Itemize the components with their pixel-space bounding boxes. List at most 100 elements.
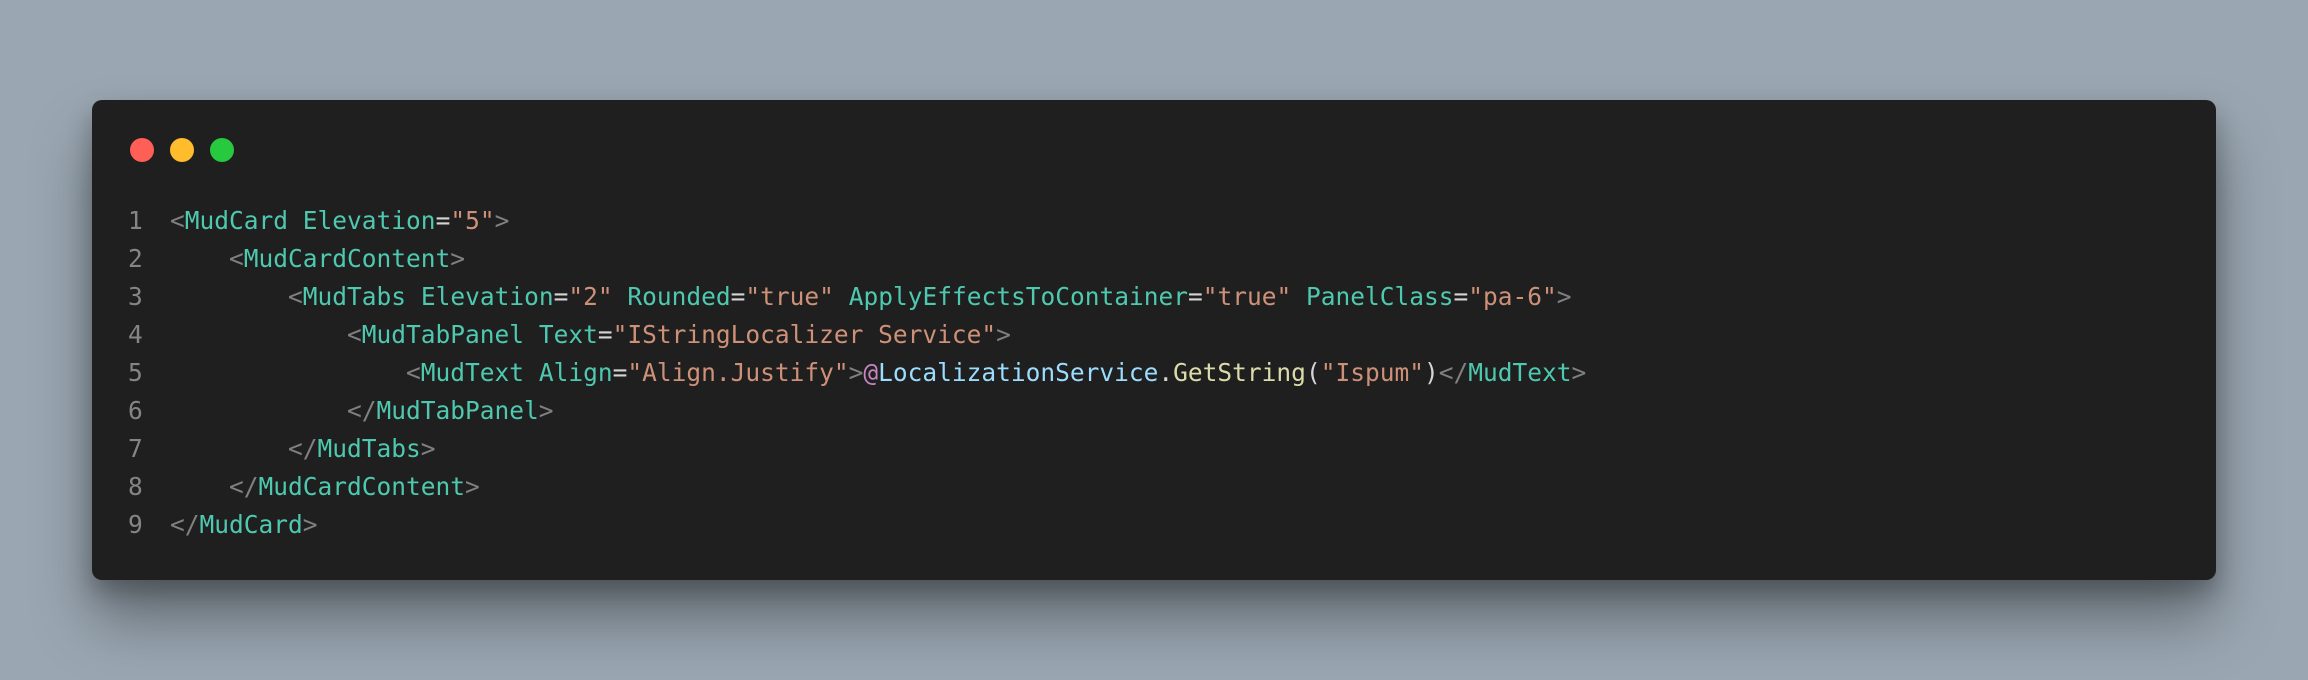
code-token-eq: = [1187,282,1203,311]
code-token-attr: Text [538,320,598,349]
code-token-str: "IStringLocalizer Service" [612,320,997,349]
window-controls [130,138,250,162]
code-line: 5 <MudText Align="Align.Justify">@Locali… [92,354,2216,392]
code-token-punct: > [465,472,480,501]
line-number: 6 [128,396,143,425]
code-line-content: </MudTabPanel> [170,392,554,430]
code-token-punct: </ [170,510,200,539]
code-token-punct: < [170,206,185,235]
code-token-punct: < [288,282,303,311]
line-number: 8 [128,472,143,501]
code-token-plain: . [1158,358,1174,387]
code-token-punct: </ [1438,358,1469,387]
code-line-content: <MudCard Elevation="5"> [170,202,509,240]
code-token-punct: </ [347,396,377,425]
maximize-button[interactable] [210,138,234,162]
code-token-tag: MudTabs [302,282,407,311]
code-token-punct: > [420,434,436,463]
code-token-str: "5" [450,206,495,235]
line-number: 4 [128,320,143,349]
code-token-punct: > [996,320,1011,349]
code-token-eq: = [597,320,613,349]
code-token-plain: ) [1423,358,1439,387]
code-token-tag: MudText [1468,358,1572,387]
code-token-eq: = [1453,282,1469,311]
code-token-var: LocalizationService [878,358,1159,387]
code-token-tag: MudCardContent [243,244,451,273]
code-line-content: </MudTabs> [170,430,436,468]
code-token-str: "pa-6" [1468,282,1557,311]
code-token-tag: MudCard [199,510,303,539]
line-number: 5 [128,358,143,387]
code-token-attr: Rounded [627,282,731,311]
code-token-str: "Align.Justify" [627,358,849,387]
line-number: 3 [128,282,143,311]
code-token-punct: > [302,510,318,539]
code-token-punct: > [494,206,510,235]
code-token-fn: GetString [1173,358,1306,387]
code-token-punct: < [347,320,362,349]
code-token-str: "Ispum" [1320,358,1424,387]
code-token-punct: > [538,396,554,425]
code-token-tag: MudText [420,358,525,387]
line-number: 9 [128,510,143,539]
code-token-tag: MudCard [184,206,289,235]
code-token-attr: ApplyEffectsToContainer [848,282,1188,311]
code-token-str: "true" [745,282,834,311]
code-line: 9 </MudCard> [92,506,2216,544]
code-token-punct: > [1556,282,1572,311]
code-token-attr: Elevation [302,206,436,235]
close-button[interactable] [130,138,154,162]
code-window: 1 <MudCard Elevation="5"> 2 <MudCardConten… [92,100,2216,580]
code-token-punct: < [229,244,244,273]
code-token-eq: = [612,358,628,387]
code-token-punct: > [1571,358,1587,387]
line-number: 2 [128,244,143,273]
code-token-eq: = [553,282,569,311]
code-line-content: <MudText Align="Align.Justify">@Localiza… [170,354,1586,392]
code-line-content: <MudTabs Elevation="2" Rounded="true" Ap… [170,278,1572,316]
code-line-content: <MudTabPanel Text="IStringLocalizer Serv… [170,316,1011,354]
minimize-button[interactable] [170,138,194,162]
code-line: 8 </MudCardContent> [92,468,2216,506]
code-token-attr: Elevation [420,282,554,311]
code-token-punct: > [848,358,864,387]
code-token-punct: > [450,244,466,273]
code-token-eq: = [435,206,451,235]
code-line: 6 </MudTabPanel> [92,392,2216,430]
code-line: 7 </MudTabs> [92,430,2216,468]
code-line: 1 <MudCard Elevation="5"> [92,202,2216,240]
code-token-str: "true" [1202,282,1292,311]
code-line: 3 <MudTabs Elevation="2" Rounded="true" … [92,278,2216,316]
code-block: 1 <MudCard Elevation="5"> 2 <MudCardConten… [92,202,2216,544]
code-token-plain: ( [1305,358,1321,387]
code-line-content: </MudCard> [170,506,318,544]
code-line-content: </MudCardContent> [170,468,480,506]
code-line: 4 <MudTabPanel Text="IStringLocalizer Se… [92,316,2216,354]
code-token-tag: MudCardContent [258,472,466,501]
line-number: 7 [128,434,143,463]
code-line-content: <MudCardContent> [170,240,465,278]
code-token-at: @ [863,358,879,387]
code-token-str: "2" [568,282,613,311]
code-token-punct: </ [229,472,259,501]
code-token-punct: </ [288,434,318,463]
code-token-tag: MudTabPanel [376,396,539,425]
line-number: 1 [128,206,143,235]
code-line: 2 <MudCardContent> [92,240,2216,278]
code-token-eq: = [730,282,746,311]
